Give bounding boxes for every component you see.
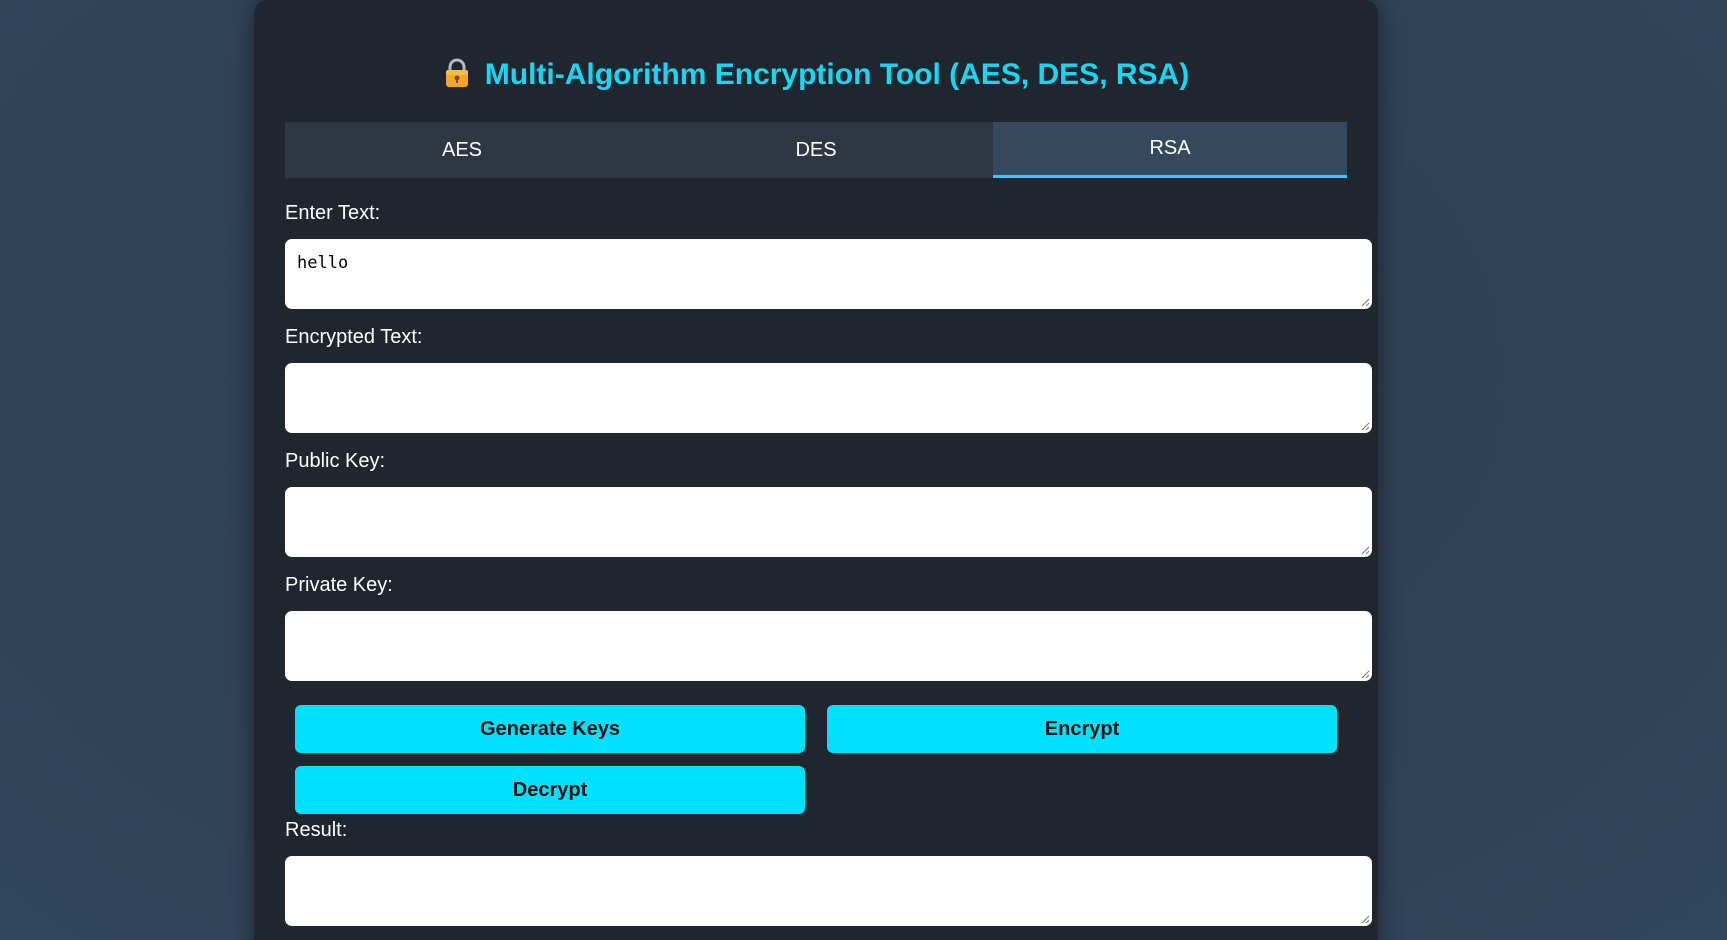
input-text-field[interactable]: hello <box>285 239 1372 309</box>
resize-grip-icon[interactable] <box>1360 297 1370 307</box>
encrypt-button[interactable]: Encrypt <box>827 705 1337 753</box>
page-title: Multi-Algorithm Encryption Tool (AES, DE… <box>254 58 1378 92</box>
input-text-value: hello <box>297 253 349 273</box>
result-field[interactable] <box>285 856 1372 926</box>
lock-icon <box>443 58 471 88</box>
encryption-card: Multi-Algorithm Encryption Tool (AES, DE… <box>254 0 1378 940</box>
resize-grip-icon[interactable] <box>1360 669 1370 679</box>
public-key-label: Public Key: <box>285 450 386 472</box>
resize-grip-icon[interactable] <box>1360 421 1370 431</box>
input-text-label: Enter Text: <box>285 202 381 224</box>
tab-rsa[interactable]: RSA <box>993 122 1347 178</box>
resize-grip-icon[interactable] <box>1360 914 1370 924</box>
private-key-label: Private Key: <box>285 574 393 596</box>
private-key-field[interactable] <box>285 611 1372 681</box>
resize-grip-icon[interactable] <box>1360 545 1370 555</box>
page-title-text: Multi-Algorithm Encryption Tool (AES, DE… <box>484 58 1190 91</box>
algorithm-tabs: AES DES RSA <box>285 122 1347 178</box>
generate-keys-button[interactable]: Generate Keys <box>295 705 805 753</box>
encrypted-text-label: Encrypted Text: <box>285 326 423 348</box>
encrypted-text-field[interactable] <box>285 363 1372 433</box>
tab-des[interactable]: DES <box>639 122 993 178</box>
result-label: Result: <box>285 819 348 841</box>
tab-aes[interactable]: AES <box>285 122 639 178</box>
decrypt-button[interactable]: Decrypt <box>295 766 805 814</box>
public-key-field[interactable] <box>285 487 1372 557</box>
